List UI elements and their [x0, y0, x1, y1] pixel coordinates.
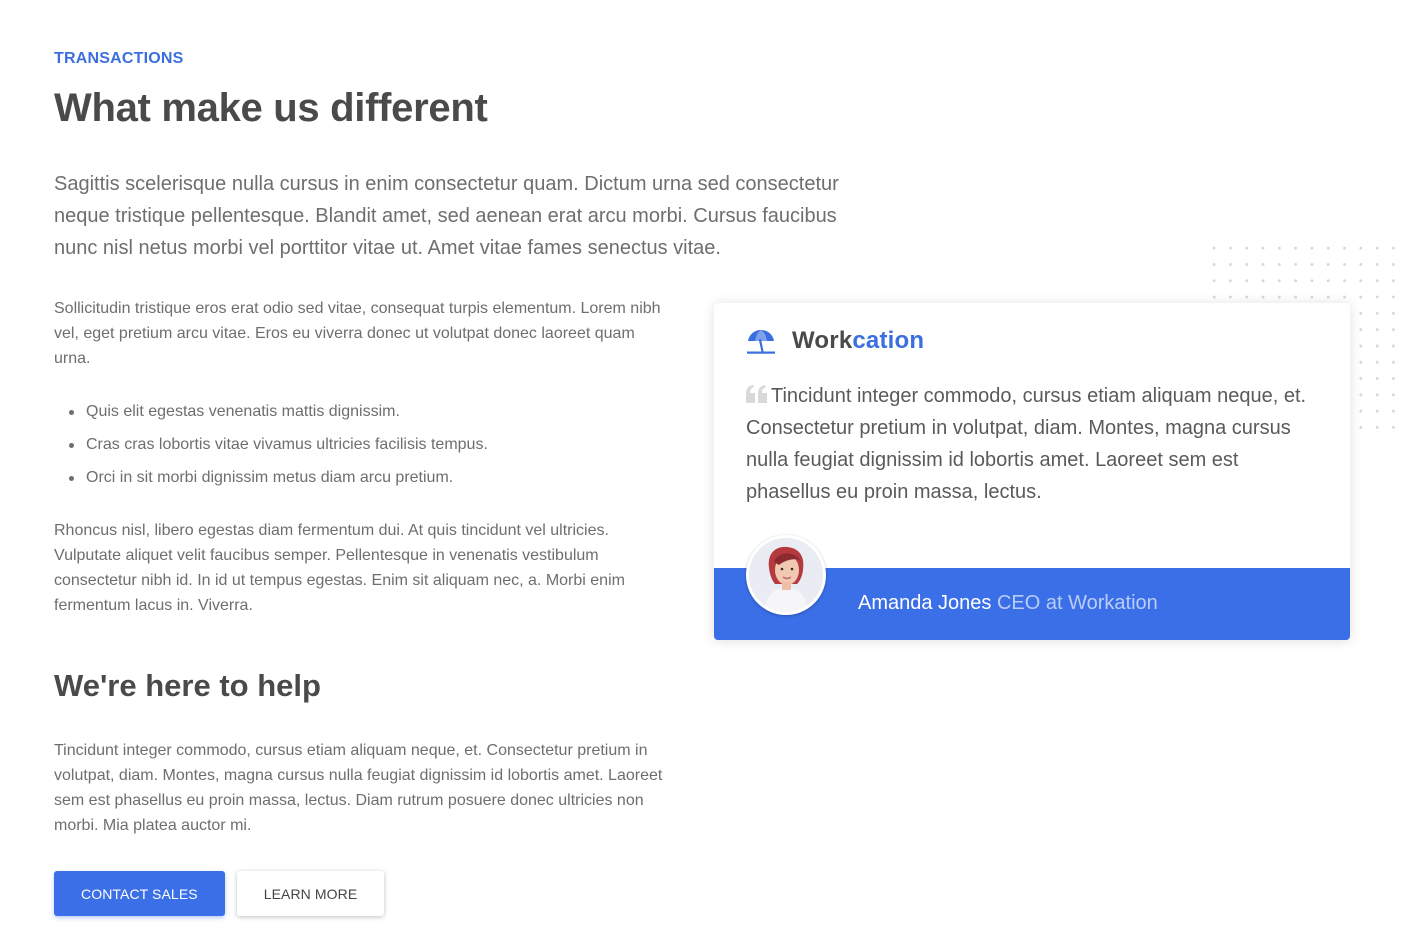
feature-list: Quis elit egestas venenatis mattis digni… [54, 395, 674, 494]
author-role: CEO at Workation [996, 592, 1158, 614]
page-title: What make us different [54, 86, 488, 130]
avatar-image [749, 538, 823, 612]
list-item: Cras cras lobortis vitae vivamus ultrici… [54, 428, 674, 461]
intro-paragraph: Sollicitudin tristique eros erat odio se… [54, 300, 661, 367]
list-item: Quis elit egestas venenatis mattis digni… [54, 395, 674, 428]
author-name: Amanda Jones [858, 592, 992, 614]
list-item: Orci in sit morbi dignissim metus diam a… [54, 461, 674, 494]
contact-sales-button[interactable]: Contact sales [54, 871, 225, 916]
help-heading: We're here to help [54, 668, 321, 703]
brand-name: Workcation [792, 327, 924, 355]
quote-icon [746, 385, 767, 403]
section-eyebrow: Transactions [54, 50, 184, 67]
brand-name-part1: Work [792, 327, 853, 354]
quote-text: Tincidunt integer commodo, cursus etiam … [746, 385, 1307, 503]
content-column: Sollicitudin tristique eros erat odio se… [54, 296, 674, 916]
button-row: Contact sales Learn more [54, 871, 674, 916]
page: Transactions What make us different Sagi… [0, 0, 1409, 930]
lead-paragraph: Sagittis scelerisque nulla cursus in eni… [54, 173, 839, 259]
brand-logo: Workcation [746, 327, 924, 355]
umbrella-icon [747, 330, 775, 354]
avatar [746, 535, 826, 615]
testimonial-card: Workcation Tincidunt integer commodo, cu… [714, 303, 1350, 640]
testimonial-quote: Tincidunt integer commodo, cursus etiam … [746, 380, 1326, 508]
brand-name-part2: cation [852, 327, 925, 354]
body-paragraph: Rhoncus nisl, libero egestas diam fermen… [54, 522, 625, 614]
learn-more-button[interactable]: Learn more [236, 871, 385, 916]
author-info: Amanda Jones CEO at Workation [858, 592, 1158, 615]
help-paragraph: Tincidunt integer commodo, cursus etiam … [54, 742, 663, 834]
